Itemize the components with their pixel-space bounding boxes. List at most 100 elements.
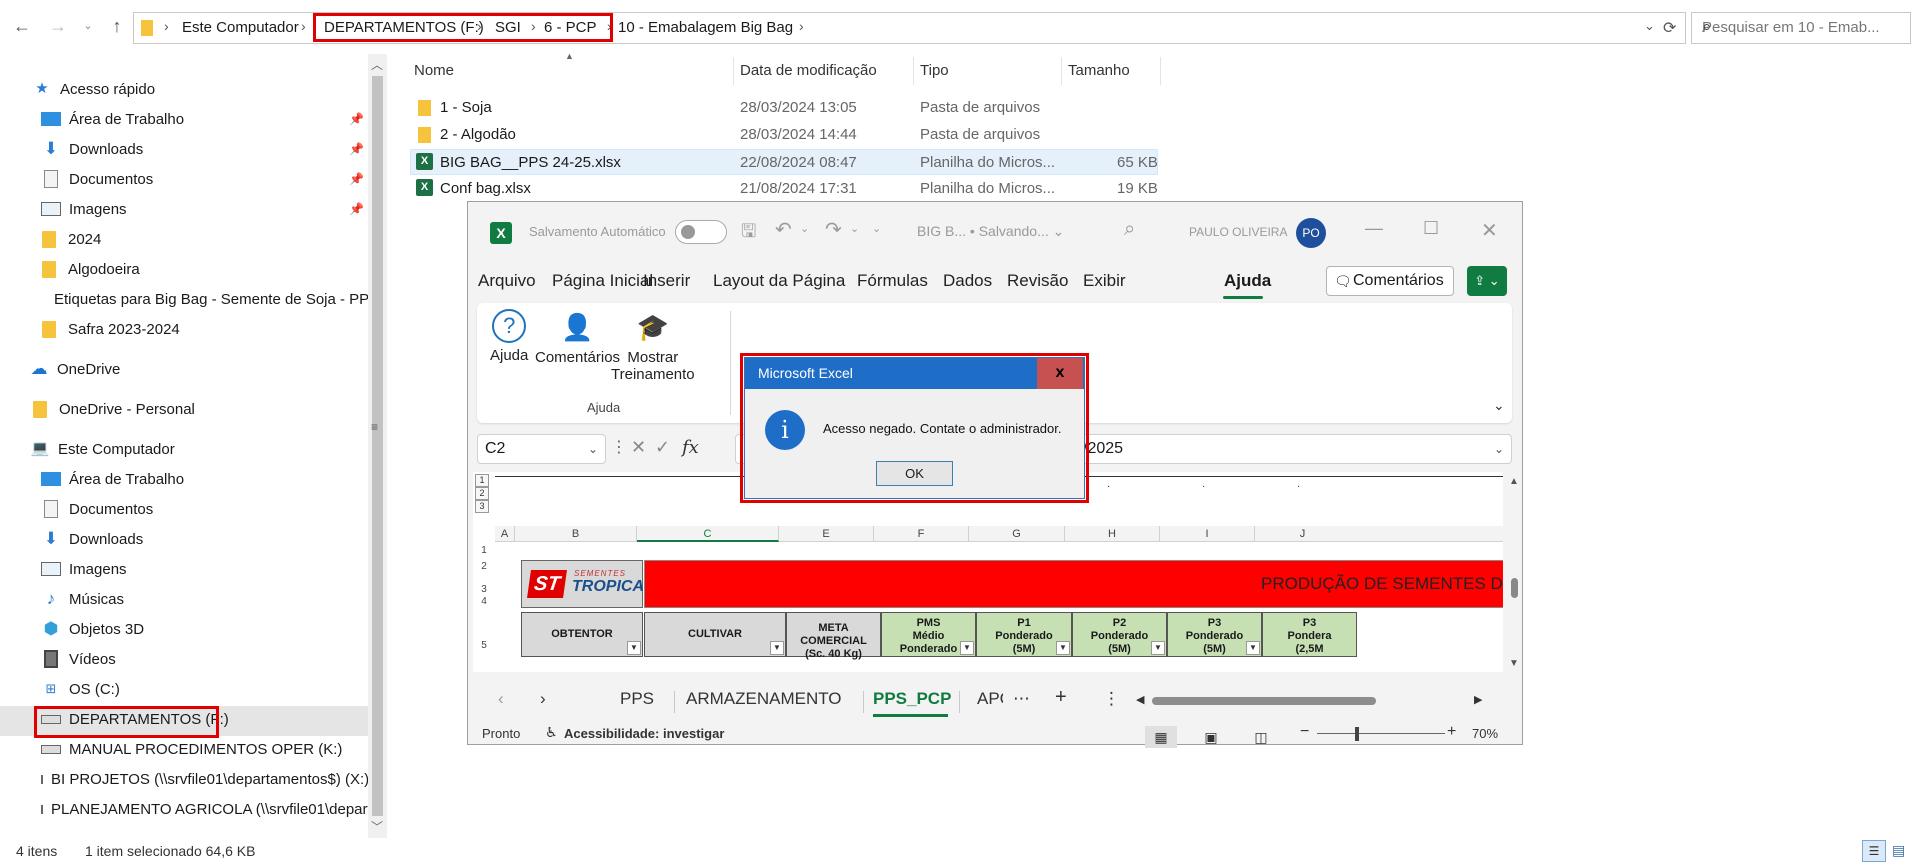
header-cell-p2[interactable]: P2 Ponderado (5M) ▼ bbox=[1072, 612, 1167, 657]
sheet-title-cell[interactable]: PRODUÇÃO DE SEMENTES DE SOJ bbox=[644, 560, 1503, 608]
file-row-selected[interactable]: X BIG BAG__PPS 24-25.xlsx 22/08/2024 08:… bbox=[410, 149, 1158, 175]
nav-pc-drive-c[interactable]: ⊞ OS (C:) bbox=[41, 674, 120, 704]
scroll-up-icon[interactable]: ︿ bbox=[371, 56, 383, 73]
redo-dropdown-icon[interactable]: ⌄ bbox=[850, 222, 859, 235]
page-layout-view-icon[interactable]: ▣ bbox=[1195, 726, 1227, 748]
sheet-tab-armazenamento[interactable]: ARMAZENAMENTO bbox=[686, 689, 842, 709]
nav-quick-2024[interactable]: 2024 bbox=[42, 224, 101, 254]
header-cell-p1[interactable]: P1 Ponderado (5M) ▼ bbox=[976, 612, 1072, 657]
column-header-e[interactable]: E bbox=[779, 526, 874, 542]
back-arrow-icon[interactable]: ← bbox=[10, 14, 34, 38]
formula-bar-grip-icon[interactable]: ⋮ bbox=[611, 437, 627, 457]
company-logo-cell[interactable]: ST SEMENTES TROPICAL bbox=[521, 560, 654, 608]
nav-pc-3d-objects[interactable]: ⬢ Objetos 3D bbox=[41, 614, 144, 644]
save-icon[interactable]: 🖫 bbox=[741, 219, 756, 249]
nav-pc-desktop[interactable]: Área de Trabalho bbox=[41, 464, 184, 494]
nav-pc-music[interactable]: ♪ Músicas bbox=[41, 584, 124, 614]
column-header-i[interactable]: I bbox=[1160, 526, 1255, 542]
customize-toolbar-icon[interactable]: ⌄ bbox=[872, 222, 881, 235]
tab-inserir[interactable]: Inserir bbox=[643, 271, 690, 291]
header-cell-p3-partial[interactable]: P3 Pondera (2,5M bbox=[1262, 612, 1357, 657]
tab-dados[interactable]: Dados bbox=[943, 271, 992, 291]
header-cell-cultivar[interactable]: CULTIVAR ▼ bbox=[644, 612, 786, 657]
row-header-3[interactable]: 3 bbox=[473, 584, 495, 595]
more-sheets-icon[interactable]: ⋯ bbox=[1013, 689, 1030, 709]
filter-dropdown-icon[interactable]: ▼ bbox=[1246, 641, 1260, 655]
nav-onedrive-personal[interactable]: OneDrive - Personal bbox=[33, 394, 195, 424]
nav-pc-downloads[interactable]: ⬇ Downloads bbox=[41, 524, 143, 554]
collapse-ribbon-icon[interactable]: ⌄ bbox=[1493, 397, 1505, 414]
nav-onedrive[interactable]: ☁ OneDrive bbox=[29, 354, 121, 384]
column-header-name[interactable]: Nome bbox=[408, 57, 734, 85]
comments-button[interactable]: 🗨 Comentários bbox=[1326, 266, 1454, 296]
breadcrumb-este-computador[interactable]: Este Computador bbox=[182, 19, 299, 36]
nav-pc-images[interactable]: Imagens bbox=[41, 554, 127, 584]
nav-quick-algodoeira[interactable]: Algodoeira bbox=[42, 254, 140, 284]
accessibility-status[interactable]: Acessibilidade: investigar bbox=[564, 726, 724, 741]
column-header-type[interactable]: Tipo bbox=[914, 57, 1062, 85]
pin-icon[interactable]: 📌 bbox=[349, 142, 364, 156]
search-input[interactable]: Pesquisar em 10 - Emab... ⌕ bbox=[1691, 12, 1911, 44]
outline-level-3[interactable]: 3 bbox=[475, 500, 489, 513]
column-header-size[interactable]: Tamanho bbox=[1062, 57, 1161, 85]
filter-dropdown-icon[interactable]: ▼ bbox=[1056, 641, 1070, 655]
avatar[interactable]: PO bbox=[1296, 218, 1326, 248]
nav-quick-downloads[interactable]: ⬇ Downloads bbox=[41, 134, 143, 164]
header-cell-pms[interactable]: PMS Médio Ponderado ▼ bbox=[881, 612, 976, 657]
close-icon[interactable]: ✕ bbox=[1481, 218, 1498, 243]
nav-quick-documents[interactable]: Documentos bbox=[41, 164, 153, 194]
sheet-tab-apc[interactable]: APC bbox=[977, 689, 1003, 709]
tiles-view-icon[interactable]: ▤ bbox=[1892, 842, 1905, 859]
undo-dropdown-icon[interactable]: ⌄ bbox=[800, 222, 809, 235]
filter-dropdown-icon[interactable]: ▼ bbox=[770, 641, 784, 655]
nav-scrollbar[interactable]: ︿ ≡ ﹀ bbox=[368, 54, 387, 838]
filter-dropdown-icon[interactable]: ▼ bbox=[1151, 641, 1165, 655]
file-row[interactable]: X Conf bag.xlsx 21/08/2024 17:31 Planilh… bbox=[410, 176, 1158, 202]
sheet-vertical-scrollbar[interactable]: ▲ ▼ bbox=[1508, 472, 1520, 672]
document-title[interactable]: BIG B... • Salvando... ⌄ bbox=[917, 223, 1064, 240]
scroll-up-icon[interactable]: ▲ bbox=[1509, 476, 1519, 487]
zoom-level[interactable]: 70% bbox=[1472, 726, 1498, 741]
forward-arrow-icon[interactable]: → bbox=[46, 14, 70, 38]
dialog-close-button[interactable]: x bbox=[1037, 358, 1083, 389]
filter-dropdown-icon[interactable]: ▼ bbox=[627, 641, 641, 655]
sheet-horizontal-scrollbar[interactable]: ◀ ▶ bbox=[1136, 693, 1484, 707]
scroll-down-icon[interactable]: ▼ bbox=[1509, 658, 1519, 669]
sheet-tab-pps[interactable]: PPS bbox=[620, 689, 654, 709]
column-header-c[interactable]: C bbox=[637, 526, 779, 542]
file-row[interactable]: 1 - Soja 28/03/2024 13:05 Pasta de arqui… bbox=[410, 95, 1158, 121]
nav-quick-safra[interactable]: Safra 2023-2024 bbox=[42, 314, 180, 344]
row-header-1[interactable]: 1 bbox=[473, 545, 495, 556]
nav-quick-images[interactable]: Imagens bbox=[41, 194, 127, 224]
nav-pc-drive-k[interactable]: MANUAL PROCEDIMENTOS OPER (K:) bbox=[41, 734, 342, 764]
scroll-right-icon[interactable]: ▶ bbox=[1474, 693, 1482, 706]
column-header-j[interactable]: J bbox=[1255, 526, 1350, 542]
file-row[interactable]: 2 - Algodão 28/03/2024 14:44 Pasta de ar… bbox=[410, 122, 1158, 148]
zoom-out-icon[interactable]: − bbox=[1300, 723, 1309, 741]
enter-icon[interactable]: ✓ bbox=[655, 437, 670, 458]
column-header-a[interactable]: A bbox=[495, 526, 515, 542]
scroll-left-icon[interactable]: ◀ bbox=[1136, 693, 1144, 706]
search-icon[interactable]: ⌕ bbox=[1124, 218, 1135, 241]
recent-dropdown-icon[interactable]: ⌄ bbox=[76, 14, 100, 38]
nav-pc-documents[interactable]: Documentos bbox=[41, 494, 153, 524]
nav-pc-planejamento[interactable]: PLANEJAMENTO AGRICOLA (\\srvfile01\depar… bbox=[41, 794, 368, 824]
column-header-h[interactable]: H bbox=[1065, 526, 1160, 542]
filter-dropdown-icon[interactable]: ▼ bbox=[960, 641, 974, 655]
name-box[interactable]: C2 ⌄ bbox=[477, 434, 606, 464]
nav-quick-access[interactable]: ★ Acesso rápido bbox=[32, 74, 155, 104]
up-arrow-icon[interactable]: ↑ bbox=[105, 14, 129, 38]
outline-level-2[interactable]: 2 bbox=[475, 487, 489, 500]
pin-icon[interactable]: 📌 bbox=[349, 112, 364, 126]
zoom-in-icon[interactable]: + bbox=[1447, 723, 1456, 741]
tab-formulas[interactable]: Fórmulas bbox=[857, 271, 928, 291]
header-cell-p3[interactable]: P3 Ponderado (5M) ▼ bbox=[1167, 612, 1262, 657]
nav-pc-videos[interactable]: Vídeos bbox=[41, 644, 116, 674]
zoom-slider-track[interactable] bbox=[1317, 733, 1445, 734]
prev-sheet-icon[interactable]: ‹ bbox=[498, 689, 504, 709]
tab-ajuda[interactable]: Ajuda bbox=[1224, 271, 1271, 291]
pin-icon[interactable]: 📌 bbox=[349, 172, 364, 186]
tab-pagina-inicial[interactable]: Página Inicial bbox=[552, 271, 653, 291]
normal-view-icon[interactable]: ▦ bbox=[1145, 726, 1177, 748]
add-sheet-icon[interactable]: + bbox=[1055, 686, 1067, 709]
